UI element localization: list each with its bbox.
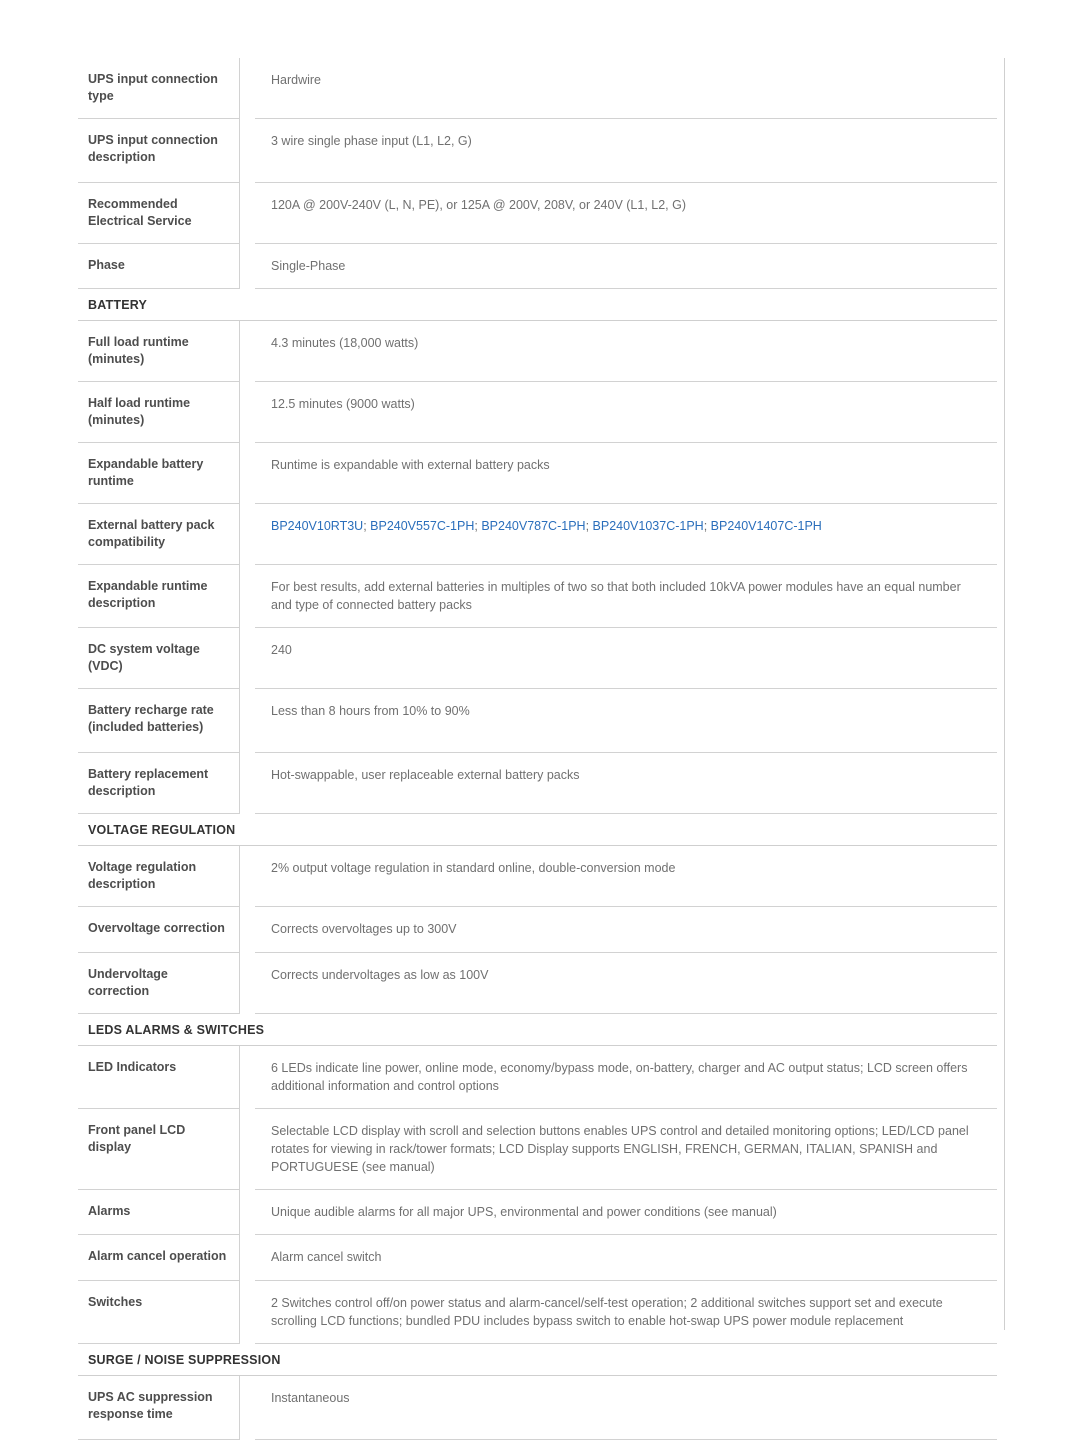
spec-value: 2 Switches control off/on power status a…: [255, 1281, 997, 1344]
table-row: Phase Single-Phase: [78, 244, 997, 289]
battery-pack-link[interactable]: BP240V1407C-1PH: [711, 519, 822, 533]
specification-table: UPS input connection type Hardwire UPS inp…: [78, 58, 997, 1440]
spec-value: BP240V10RT3U; BP240V557C-1PH; BP240V787C…: [255, 504, 997, 565]
table-row: Full load runtime (minutes) 4.3 minutes (…: [78, 321, 997, 382]
table-row: Front panel LCD display Selectable LCD di…: [78, 1109, 997, 1190]
spec-label: Battery replacement description: [78, 753, 240, 814]
spec-value: 3 wire single phase input (L1, L2, G): [255, 119, 997, 183]
spec-value: Runtime is expandable with external batt…: [255, 443, 997, 504]
table-row: UPS AC suppression response time Instanta…: [78, 1376, 997, 1440]
link-separator: ;: [585, 519, 593, 533]
spec-label: UPS input connection type: [78, 58, 240, 119]
table-row: Battery recharge rate (included batterie…: [78, 689, 997, 753]
spec-label: Battery recharge rate (included batterie…: [78, 689, 240, 753]
table-row: Alarm cancel operation Alarm cancel switc…: [78, 1235, 997, 1281]
spec-value: 12.5 minutes (9000 watts): [255, 382, 997, 443]
table-row: UPS input connection description 3 wire s…: [78, 119, 997, 183]
table-row: UPS input connection type Hardwire: [78, 58, 997, 119]
page-right-rule: [1004, 58, 1005, 1330]
spec-value: 2% output voltage regulation in standard…: [255, 846, 997, 907]
table-row: Undervoltage correction Corrects undervol…: [78, 953, 997, 1014]
spec-label: Front panel LCD display: [78, 1109, 240, 1190]
spec-value: Selectable LCD display with scroll and s…: [255, 1109, 997, 1190]
spec-label: Voltage regulation description: [78, 846, 240, 907]
spec-value: Hot-swappable, user replaceable external…: [255, 753, 997, 814]
table-row: Battery replacement description Hot-swapp…: [78, 753, 997, 814]
spec-label: LED Indicators: [78, 1046, 240, 1109]
spec-label: Alarms: [78, 1190, 240, 1235]
section-header: SURGE / NOISE SUPPRESSION: [78, 1344, 997, 1376]
battery-pack-link[interactable]: BP240V1037C-1PH: [593, 519, 704, 533]
section-header: LEDS ALARMS & SWITCHES: [78, 1014, 997, 1046]
spec-value: Alarm cancel switch: [255, 1235, 997, 1281]
link-separator: ;: [703, 519, 711, 533]
spec-label: Recommended Electrical Service: [78, 183, 240, 244]
spec-value: 240: [255, 628, 997, 689]
spec-value: 4.3 minutes (18,000 watts): [255, 321, 997, 382]
table-row: Switches 2 Switches control off/on power …: [78, 1281, 997, 1344]
spec-value: Instantaneous: [255, 1376, 997, 1440]
table-row: Expandable runtime description For best r…: [78, 565, 997, 628]
spec-label: Alarm cancel operation: [78, 1235, 240, 1281]
spec-label: Half load runtime (minutes): [78, 382, 240, 443]
spec-value: Single-Phase: [255, 244, 997, 289]
spec-value: 120A @ 200V-240V (L, N, PE), or 125A @ 2…: [255, 183, 997, 244]
table-row: External battery pack compatibility BP240…: [78, 504, 997, 565]
table-row: LED Indicators 6 LEDs indicate line power…: [78, 1046, 997, 1109]
spec-label: DC system voltage (VDC): [78, 628, 240, 689]
spec-value: Hardwire: [255, 58, 997, 119]
spec-value: For best results, add external batteries…: [255, 565, 997, 628]
table-row: Expandable battery runtime Runtime is exp…: [78, 443, 997, 504]
spec-value: Less than 8 hours from 10% to 90%: [255, 689, 997, 753]
spec-value: Corrects overvoltages up to 300V: [255, 907, 997, 953]
battery-pack-link[interactable]: BP240V10RT3U: [271, 519, 363, 533]
battery-pack-link[interactable]: BP240V557C-1PH: [370, 519, 474, 533]
spec-label: Overvoltage correction: [78, 907, 240, 953]
table-row: DC system voltage (VDC) 240: [78, 628, 997, 689]
spec-label: Expandable runtime description: [78, 565, 240, 628]
table-row: Recommended Electrical Service 120A @ 200…: [78, 183, 997, 244]
spec-label: Full load runtime (minutes): [78, 321, 240, 382]
section-header: BATTERY: [78, 289, 997, 321]
spec-value: Unique audible alarms for all major UPS,…: [255, 1190, 997, 1235]
spec-label: UPS input connection description: [78, 119, 240, 183]
spec-label: UPS AC suppression response time: [78, 1376, 240, 1440]
spec-label: Expandable battery runtime: [78, 443, 240, 504]
spec-label: Phase: [78, 244, 240, 289]
battery-pack-link[interactable]: BP240V787C-1PH: [481, 519, 585, 533]
spec-value: 6 LEDs indicate line power, online mode,…: [255, 1046, 997, 1109]
table-row: Overvoltage correction Corrects overvolta…: [78, 907, 997, 953]
spec-label: Undervoltage correction: [78, 953, 240, 1014]
table-row: Alarms Unique audible alarms for all majo…: [78, 1190, 997, 1235]
table-row: Half load runtime (minutes) 12.5 minutes …: [78, 382, 997, 443]
spec-label: External battery pack compatibility: [78, 504, 240, 565]
section-header: VOLTAGE REGULATION: [78, 814, 997, 846]
table-row: Voltage regulation description 2% output …: [78, 846, 997, 907]
spec-value: Corrects undervoltages as low as 100V: [255, 953, 997, 1014]
spec-label: Switches: [78, 1281, 240, 1344]
